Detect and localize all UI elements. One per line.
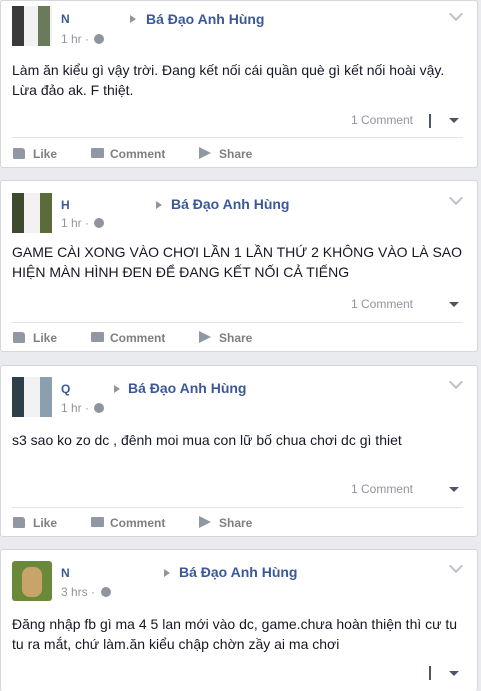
caret-down-icon[interactable] <box>449 487 459 492</box>
feed-post: N Bá Đạo Anh Hùng 3 hrs · Đăng nhập fb g… <box>0 549 478 691</box>
arrow-right-icon <box>114 385 120 393</box>
comment-count[interactable]: 1 Comment <box>351 297 413 311</box>
comment-button[interactable]: Comment <box>110 147 165 161</box>
like-icon <box>13 332 25 343</box>
post-time[interactable]: 3 hrs · <box>61 585 95 599</box>
feed-post: H Bá Đạo Anh Hùng 1 hr · GAME CÀI XONG V… <box>0 180 478 352</box>
like-icon <box>13 517 25 528</box>
feed-post: Q Bá Đạo Anh Hùng 1 hr · s3 sao ko zo dc… <box>0 365 478 537</box>
author-name[interactable]: Q <box>61 382 70 396</box>
post-text: Đăng nhập fb gì ma 4 5 lan mới vào dc, g… <box>12 616 458 652</box>
globe-icon <box>101 587 111 597</box>
author-name[interactable]: H <box>61 198 70 212</box>
avatar[interactable] <box>12 193 52 233</box>
sort-handle-icon <box>429 666 431 680</box>
post-text: s3 sao ko zo dc , đênh moi mua con lữ bố… <box>12 432 402 448</box>
group-name[interactable]: Bá Đạo Anh Hùng <box>146 11 264 27</box>
chevron-down-icon[interactable] <box>448 558 464 574</box>
share-button[interactable]: Share <box>219 516 252 530</box>
feed-post: N Bá Đạo Anh Hùng 1 hr · Làm ăn kiểu gì … <box>0 0 478 168</box>
comment-icon <box>91 332 104 342</box>
post-text: Làm ăn kiểu gì vậy trời. Đang kết nối cá… <box>12 62 445 98</box>
comment-count[interactable]: 1 Comment <box>351 113 413 127</box>
comment-icon <box>91 148 104 158</box>
divider <box>12 507 463 508</box>
arrow-right-icon <box>164 569 170 577</box>
like-button[interactable]: Like <box>33 331 57 345</box>
comment-button[interactable]: Comment <box>110 516 165 530</box>
comment-button[interactable]: Comment <box>110 331 165 345</box>
chevron-down-icon[interactable] <box>448 374 464 390</box>
post-text: GAME CÀI XONG VÀO CHƠI LẦN 1 LẦN THỨ 2 K… <box>12 244 463 280</box>
caret-down-icon[interactable] <box>449 302 459 307</box>
avatar[interactable] <box>12 6 52 46</box>
globe-icon <box>94 218 104 228</box>
caret-down-icon[interactable] <box>449 671 459 676</box>
globe-icon <box>94 34 104 44</box>
arrow-right-icon <box>156 201 162 209</box>
avatar[interactable] <box>12 561 52 601</box>
post-time[interactable]: 1 hr · <box>61 32 89 46</box>
author-name[interactable]: N <box>61 566 70 580</box>
share-button[interactable]: Share <box>219 331 252 345</box>
group-name[interactable]: Bá Đạo Anh Hùng <box>179 564 297 580</box>
share-button[interactable]: Share <box>219 147 252 161</box>
group-name[interactable]: Bá Đạo Anh Hùng <box>171 196 289 212</box>
post-time[interactable]: 1 hr · <box>61 401 89 415</box>
comment-count[interactable]: 1 Comment <box>351 482 413 496</box>
comment-icon <box>91 517 104 527</box>
chevron-down-icon[interactable] <box>448 190 464 206</box>
share-icon <box>199 147 211 159</box>
like-icon <box>13 148 25 159</box>
author-name[interactable]: N <box>61 12 70 26</box>
divider <box>12 137 463 138</box>
share-icon <box>199 516 211 528</box>
globe-icon <box>94 403 104 413</box>
share-icon <box>199 331 211 343</box>
divider <box>12 322 463 323</box>
sort-handle-icon <box>429 114 431 128</box>
post-time[interactable]: 1 hr · <box>61 216 89 230</box>
like-button[interactable]: Like <box>33 147 57 161</box>
caret-down-icon[interactable] <box>449 118 459 123</box>
group-name[interactable]: Bá Đạo Anh Hùng <box>128 380 246 396</box>
chevron-down-icon[interactable] <box>448 6 464 22</box>
arrow-right-icon <box>130 15 136 23</box>
like-button[interactable]: Like <box>33 516 57 530</box>
avatar[interactable] <box>12 377 52 417</box>
